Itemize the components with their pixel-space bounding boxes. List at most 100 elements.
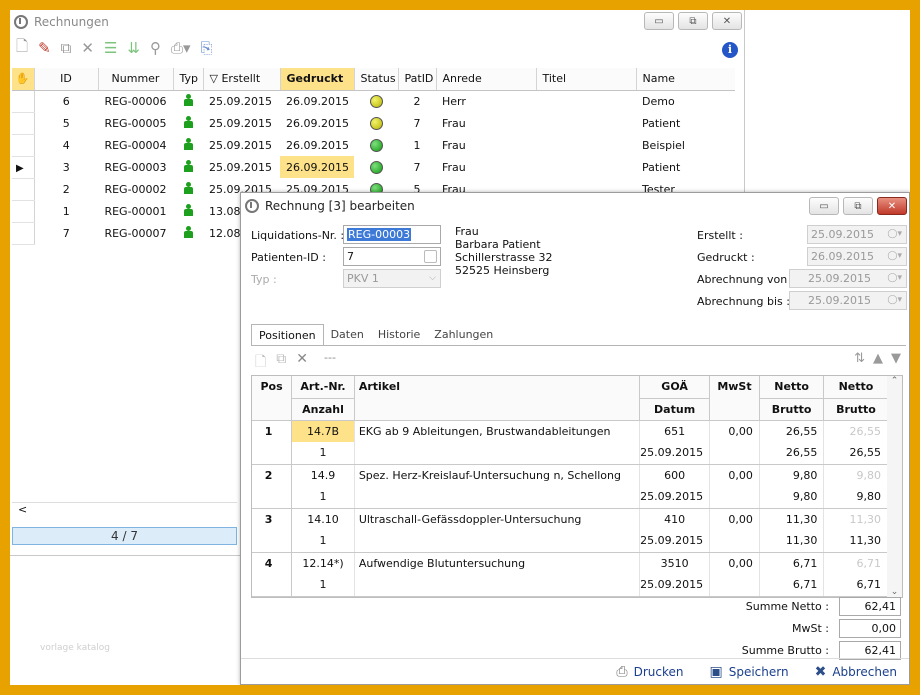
cell-mwst[interactable]: 0,00 [709,464,760,486]
new-icon[interactable]: 🗋 [16,36,28,61]
row-selector[interactable] [12,112,35,135]
tab-zahlungen[interactable]: Zahlungen [427,324,500,346]
position-row-sub[interactable]: 1 25.09.2015 9,80 9,80 [252,486,888,509]
patient-id-input[interactable]: 7 [343,247,441,266]
table-row[interactable]: 6 REG-00006 25.09.2015 26.09.2015 2 Herr… [12,90,735,113]
copy-icon[interactable]: ⧉ [61,39,72,57]
cell-netto[interactable]: 9,80 [759,464,825,486]
save-button[interactable]: ▣ Speichern [709,664,788,680]
cell-brutto[interactable]: 9,80 [759,486,825,509]
col-datum[interactable]: Datum [639,398,711,421]
cell-netto[interactable]: 26,55 [759,420,825,442]
position-row[interactable]: 1 14.7B EKG ab 9 Ableitungen, Brustwanda… [252,420,888,465]
cell-brutto[interactable]: 11,30 [759,530,825,553]
position-row-sub[interactable]: 1 25.09.2015 26,55 26,55 [252,442,888,465]
col-netto-2[interactable]: Netto [823,376,888,399]
calendar-dropdown-icon[interactable]: ◯▾ [887,248,902,265]
copy-position-icon[interactable]: ⧉ [276,351,286,375]
row-selector-current[interactable] [12,156,35,179]
search-icon[interactable]: ⚲ [150,39,161,57]
col-gedruckt[interactable]: Gedruckt [280,68,355,91]
col-nummer[interactable]: Nummer [98,68,174,91]
abrechnung-bis-date[interactable]: 25.09.2015 ◯▾ [789,291,907,310]
col-brutto[interactable]: Brutto [759,398,825,421]
row-selector[interactable] [12,178,35,201]
horizontal-scrollbar[interactable]: < [12,502,237,518]
col-art-nr[interactable]: Art.-Nr. [291,376,355,399]
abrechnung-von-date[interactable]: 25.09.2015 ◯▾ [789,269,907,288]
cell-artikel[interactable]: Ultraschall-Gefässdoppler-Untersuchung [354,508,641,530]
cell-artikel[interactable]: EKG ab 9 Ableitungen, Brustwandableitung… [354,420,641,442]
move-up-icon[interactable]: ▲ [873,351,883,366]
cell-anzahl[interactable]: 1 [291,442,355,465]
new-position-icon[interactable]: 🗋 [255,351,266,375]
cell-goa[interactable]: 3510 [639,552,711,574]
maximize-button[interactable]: ⧉ [678,12,708,30]
chevron-up-icon[interactable]: ⌃ [887,376,902,386]
tab-positionen[interactable]: Positionen [251,324,324,346]
typ-select[interactable]: PKV 1 ⌵ [343,269,441,288]
sort-icon[interactable]: ⇅ [854,351,865,366]
col-name[interactable]: Name [636,68,735,91]
cell-anzahl[interactable]: 1 [291,486,355,509]
position-row-sub[interactable]: 1 25.09.2015 11,30 11,30 [252,530,888,553]
print-icon[interactable]: ⎙▾ [171,39,191,57]
cell-datum[interactable]: 25.09.2015 [639,486,711,509]
col-erstellt[interactable]: ▽ Erstellt [203,68,281,91]
grid-vertical-scrollbar[interactable]: ⌃ ⌄ [887,376,902,597]
cell-mwst[interactable]: 0,00 [709,508,760,530]
delete-position-icon[interactable]: ✕ [296,351,308,375]
cell-datum[interactable]: 25.09.2015 [639,574,711,597]
col-goa[interactable]: GOÄ [639,376,711,399]
cell-anzahl[interactable]: 1 [291,574,355,597]
tab-daten[interactable]: Daten [324,324,371,346]
cell-brutto[interactable]: 6,71 [759,574,825,597]
col-id[interactable]: ID [34,68,99,91]
info-icon[interactable]: i [722,42,738,58]
cell-datum[interactable]: 25.09.2015 [639,530,711,553]
col-status[interactable]: Status [354,68,399,91]
cell-goa[interactable]: 410 [639,508,711,530]
dialog-minimize-button[interactable]: ▭ [809,197,839,215]
col-titel[interactable]: Titel [536,68,637,91]
dialog-close-button[interactable]: ✕ [877,197,907,215]
patient-lookup-button[interactable] [424,250,437,263]
minimize-button[interactable]: ▭ [644,12,674,30]
dialog-maximize-button[interactable]: ⧉ [843,197,873,215]
cell-mwst[interactable]: 0,00 [709,420,760,442]
row-selector[interactable] [12,134,35,157]
calendar-dropdown-icon[interactable]: ◯▾ [887,226,902,243]
col-mwst[interactable]: MwSt [709,376,760,421]
close-button[interactable]: ✕ [712,12,742,30]
refresh-list-icon[interactable]: ⇊ [127,39,140,57]
calendar-dropdown-icon[interactable]: ◯▾ [887,270,902,287]
row-selector[interactable] [12,200,35,223]
print-button[interactable]: ⎙ Drucken [616,664,683,680]
position-row[interactable]: 4 12.14*) Aufwendige Blutuntersuchung 35… [252,552,888,597]
cell-anzahl[interactable]: 1 [291,530,355,553]
gedruckt-date[interactable]: 26.09.2015 ◯▾ [807,247,907,266]
export-icon[interactable]: ⎘ [201,39,213,57]
cell-brutto[interactable]: 26,55 [759,442,825,465]
scroll-left-arrow[interactable]: < [18,503,27,516]
position-row-sub[interactable]: 1 25.09.2015 6,71 6,71 [252,574,888,597]
cell-datum[interactable]: 25.09.2015 [639,442,711,465]
delete-icon[interactable]: ✕ [81,39,94,57]
move-down-icon[interactable]: ▼ [891,351,901,366]
cell-art-nr[interactable]: 12.14*) [291,552,355,574]
cell-netto[interactable]: 6,71 [759,552,825,574]
cell-mwst[interactable]: 0,00 [709,552,760,574]
cancel-button[interactable]: ✖ Abbrechen [815,664,897,680]
cell-netto[interactable]: 11,30 [759,508,825,530]
col-typ[interactable]: Typ [173,68,204,91]
table-row-current[interactable]: 3 REG-00003 25.09.2015 26.09.2015 7 Frau… [12,156,735,179]
col-netto[interactable]: Netto [759,376,825,399]
erstellt-date[interactable]: 25.09.2015 ◯▾ [807,225,907,244]
row-selector[interactable] [12,90,35,113]
list-icon[interactable]: ☰ [104,39,117,57]
col-pos[interactable]: Pos [252,376,293,421]
col-brutto-2[interactable]: Brutto [823,398,888,421]
cell-art-nr[interactable]: 14.7B [291,420,355,442]
cell-goa[interactable]: 600 [639,464,711,486]
position-row[interactable]: 2 14.9 Spez. Herz-Kreislauf-Untersuchung… [252,464,888,509]
